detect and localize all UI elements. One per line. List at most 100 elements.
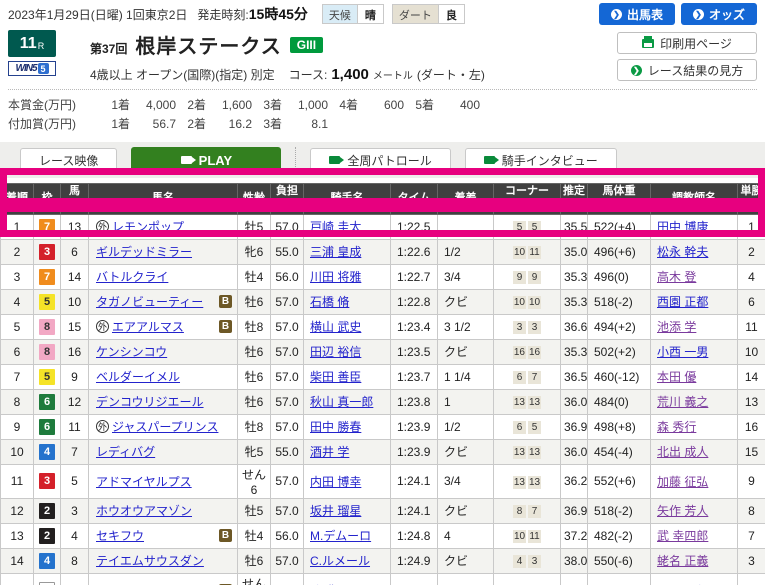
- margin-cell: [438, 214, 494, 239]
- horse-name-link[interactable]: デンコウリジエール: [96, 393, 204, 410]
- trainer-name-link[interactable]: 武 幸四郎: [657, 529, 708, 543]
- column-header-sex-age: 性齢: [238, 184, 271, 215]
- jockey-interview-button[interactable]: 騎手インタビュー: [465, 148, 617, 172]
- patrol-video-button[interactable]: 全周パトロール: [310, 148, 450, 172]
- popularity-cell: 7: [738, 523, 765, 548]
- horse-name-link[interactable]: セキフウ: [96, 527, 144, 544]
- margin-cell: クビ: [438, 339, 494, 364]
- jockey-cell: 横山 武史: [304, 314, 391, 339]
- race-number-badge: 11 R: [8, 30, 56, 57]
- last-3f-cell: 35.3: [561, 289, 588, 314]
- horse-name-link[interactable]: ギルデッドミラー: [96, 243, 192, 260]
- odds-button[interactable]: ❯ オッズ: [681, 3, 757, 25]
- entries-button[interactable]: ❯ 出馬表: [599, 3, 675, 25]
- corner-order-cell: 43: [494, 548, 561, 573]
- frame-number-cell: 5: [34, 289, 61, 314]
- margin-cell: 1/2: [438, 239, 494, 264]
- corner-position-chip: 13: [528, 396, 541, 409]
- column-header-body-weight: 馬体重 (増減): [588, 184, 651, 215]
- finish-position-cell: 13: [1, 523, 34, 548]
- finish-position-cell: 9: [1, 414, 34, 439]
- corner-position-chip: 6: [513, 371, 526, 384]
- horse-number-cell: 3: [61, 498, 89, 523]
- trainer-cell: 矢作 芳人: [651, 498, 738, 523]
- horse-name-link[interactable]: レディバグ: [96, 443, 155, 460]
- carried-weight-cell: 57.0: [271, 414, 304, 439]
- horse-name-link[interactable]: バトルクライ: [96, 268, 168, 285]
- trainer-name-link[interactable]: 北出 成人: [657, 445, 708, 459]
- trainer-name-link[interactable]: 蛯名 正義: [657, 554, 708, 568]
- finish-position-cell: 12: [1, 498, 34, 523]
- horse-name-link[interactable]: テイエムサウスダン: [96, 552, 204, 569]
- horse-name-link[interactable]: レモンポップ: [112, 218, 184, 235]
- trainer-name-link[interactable]: 西園 正都: [657, 295, 708, 309]
- trainer-name-link[interactable]: 池添 学: [657, 320, 696, 334]
- grade-badge: GIII: [290, 37, 323, 53]
- last-3f-cell: 36.9: [561, 498, 588, 523]
- trainer-name-link[interactable]: 矢作 芳人: [657, 504, 708, 518]
- table-row: 4510タガノビューティーB牡657.0石橋 脩1:22.8クビ101035.3…: [1, 289, 765, 314]
- horse-number-cell: 10: [61, 289, 89, 314]
- jockey-cell: C.ルメール: [304, 548, 391, 573]
- jockey-name-link[interactable]: 川田 将雅: [310, 270, 361, 284]
- horse-name-link[interactable]: エアアルマス: [112, 318, 184, 335]
- body-weight-cell: 482(-2): [588, 523, 651, 548]
- jockey-name-link[interactable]: 田中 勝春: [310, 420, 361, 434]
- horse-number-cell: 11: [61, 414, 89, 439]
- horse-name-link[interactable]: アドマイヤルプス: [96, 473, 192, 490]
- trainer-name-link[interactable]: 松永 幹夫: [657, 245, 708, 259]
- interview-label: 騎手インタビュー: [502, 152, 598, 169]
- horse-name-link[interactable]: ベルダーイメル: [96, 368, 180, 385]
- trainer-cell: 小西 一男: [651, 339, 738, 364]
- carried-weight-cell: 56.0: [271, 523, 304, 548]
- print-page-button[interactable]: 印刷用ページ: [617, 32, 757, 54]
- horse-name-link[interactable]: ジャスパープリンス: [112, 418, 218, 435]
- trainer-cell: 西園 正都: [651, 289, 738, 314]
- time-cell: 1:24.1: [391, 464, 438, 498]
- trainer-name-link[interactable]: 小西 一男: [657, 345, 708, 359]
- trainer-name-link[interactable]: 田中 博康: [657, 220, 708, 234]
- horse-number-cell: 15: [61, 314, 89, 339]
- horse-name-cell: テイエムサウスダン: [89, 548, 238, 573]
- jockey-name-link[interactable]: 内田 博幸: [310, 475, 361, 489]
- trainer-name-link[interactable]: 森 秀行: [657, 420, 696, 434]
- trainer-name-link[interactable]: 荒川 義之: [657, 395, 708, 409]
- horse-name-cell: デンコウリジエール: [89, 389, 238, 414]
- jockey-name-link[interactable]: C.ルメール: [310, 554, 370, 568]
- jockey-name-link[interactable]: 横山 武史: [310, 320, 361, 334]
- corner-order-cell: 1313: [494, 439, 561, 464]
- jockey-name-link[interactable]: 戸崎 圭太: [310, 220, 361, 234]
- jockey-name-link[interactable]: 石橋 脩: [310, 295, 349, 309]
- frame-badge: 5: [39, 369, 55, 385]
- jockey-name-link[interactable]: 三浦 皇成: [310, 245, 361, 259]
- finish-position-cell: 2: [1, 239, 34, 264]
- column-header-last-3f: 推定 上り: [561, 184, 588, 215]
- race-video-button[interactable]: レース映像: [20, 148, 117, 172]
- popularity-cell: 14: [738, 364, 765, 389]
- horse-name-link[interactable]: ホウオウアマゾン: [96, 502, 192, 519]
- horse-name-link[interactable]: ケンシンコウ: [96, 343, 167, 360]
- patrol-label: 全周パトロール: [347, 152, 431, 169]
- jockey-name-link[interactable]: 酒井 学: [310, 445, 349, 459]
- horse-name-link[interactable]: ヘリオス: [96, 582, 144, 585]
- jockey-name-link[interactable]: 柴田 善臣: [310, 370, 361, 384]
- main-prize-label: 本賞金(万円): [8, 96, 100, 113]
- frame-number-cell: 4: [34, 548, 61, 573]
- jockey-name-link[interactable]: 田辺 裕信: [310, 345, 361, 359]
- jockey-name-link[interactable]: 坂井 瑠星: [310, 504, 361, 518]
- time-cell: 1:22.7: [391, 264, 438, 289]
- trainer-name-link[interactable]: 加藤 征弘: [657, 475, 708, 489]
- side-buttons: 印刷用ページ ❯ レース結果の見方: [617, 30, 757, 83]
- play-button[interactable]: PLAY: [131, 147, 281, 173]
- corner-position-chip: 10: [513, 530, 526, 543]
- horse-name-link[interactable]: タガノビューティー: [96, 293, 203, 310]
- jockey-cell: 坂井 瑠星: [304, 498, 391, 523]
- result-guide-button[interactable]: ❯ レース結果の見方: [617, 59, 757, 81]
- jockey-name-link[interactable]: 秋山 真一郎: [310, 395, 373, 409]
- time-cell: 1:22.6: [391, 239, 438, 264]
- corner-position-chip: 9: [513, 271, 526, 284]
- jockey-name-link[interactable]: M.デムーロ: [310, 529, 371, 543]
- trainer-name-link[interactable]: 高木 登: [657, 270, 696, 284]
- corner-order-cell: 1011: [494, 239, 561, 264]
- trainer-name-link[interactable]: 本田 優: [657, 370, 696, 384]
